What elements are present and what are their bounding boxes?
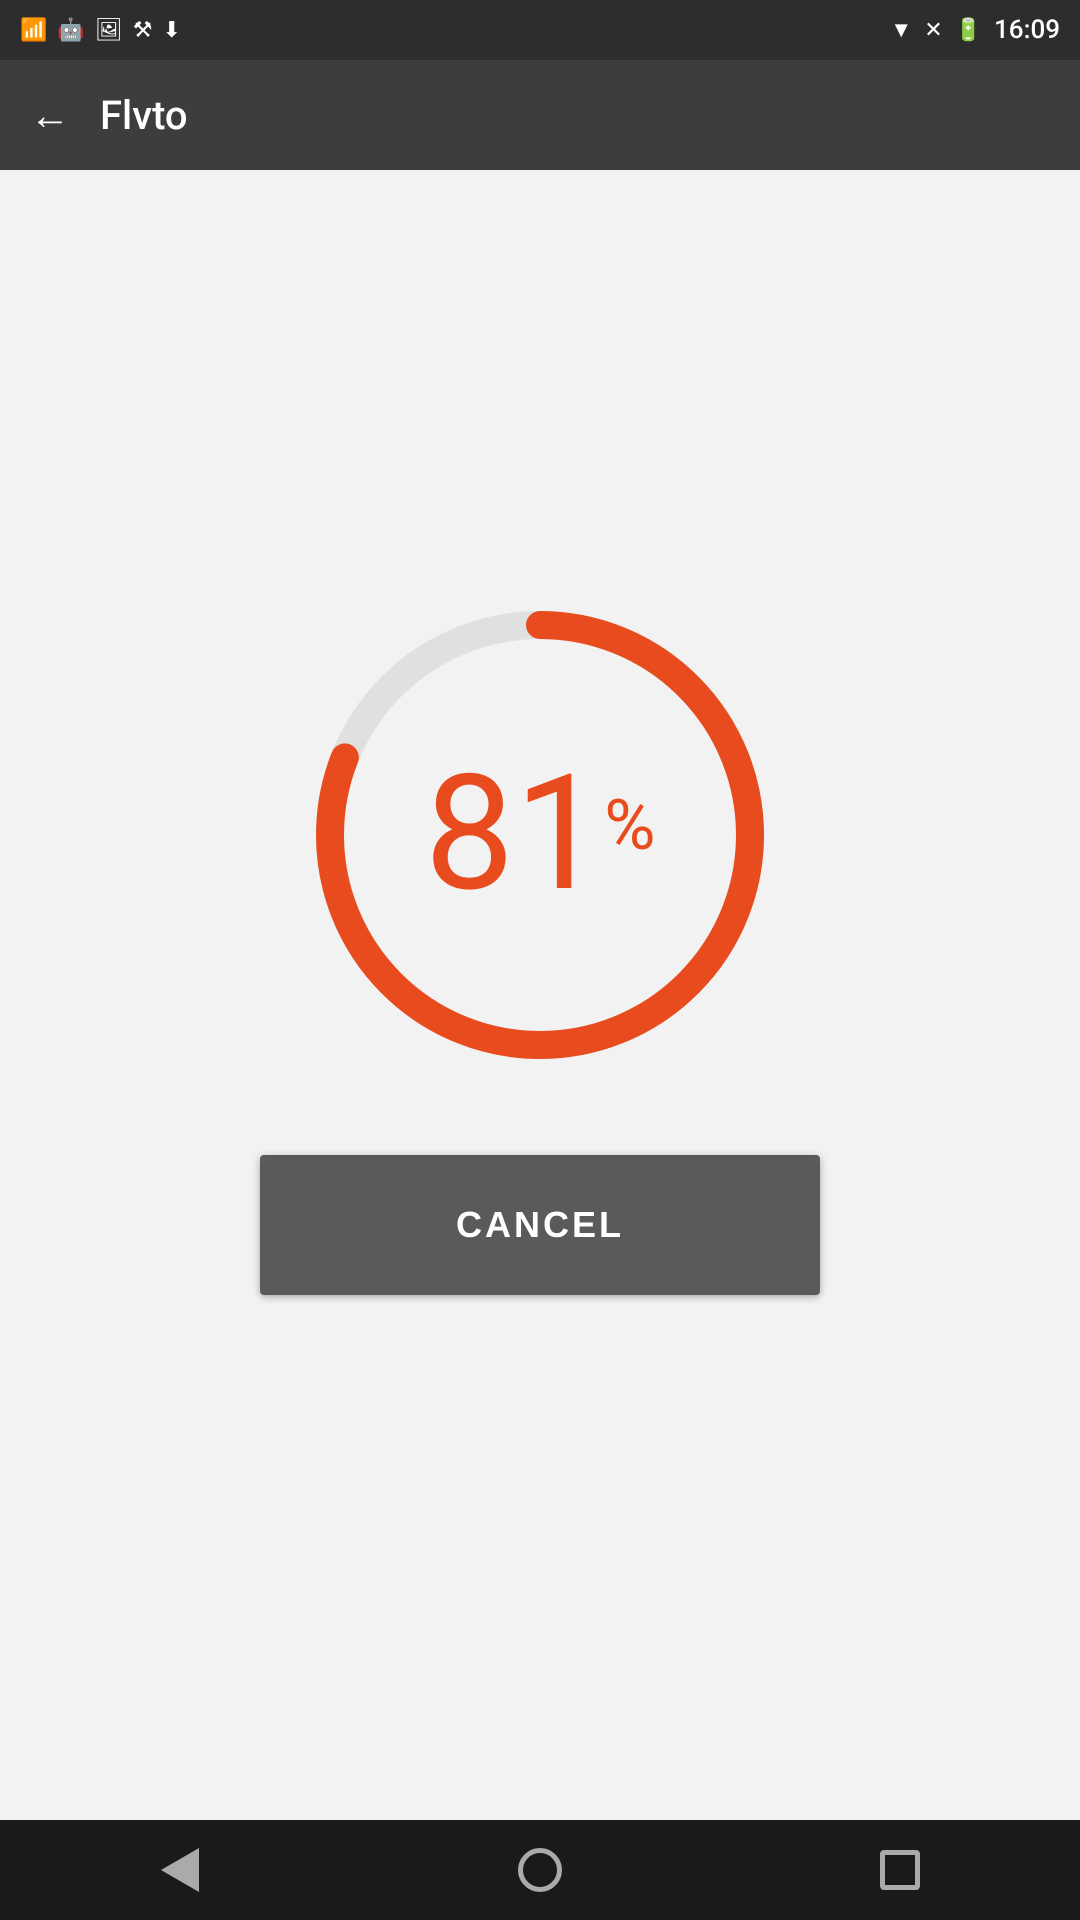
wifi-question-icon: 📶 [20,18,47,43]
status-icons-left: 📶 🤖 🖼 ⚒ ⬇ [20,18,181,43]
android-icon: 🤖 [57,18,84,43]
signal-off-icon: ✕ [924,18,942,43]
status-bar: 📶 🤖 🖼 ⚒ ⬇ ▼ ✕ 🔋 16:09 [0,0,1080,60]
back-arrow-icon: ← [30,92,70,139]
progress-percent-symbol: % [604,785,655,867]
download-icon: ⬇ [162,18,180,43]
battery-icon: 🔋 [955,18,982,43]
app-title: Flvto [100,92,188,139]
nav-home-button[interactable] [500,1830,580,1910]
main-content: 81 % CANCEL [0,170,1080,1820]
progress-value: 81 [424,755,604,915]
back-button[interactable]: ← [30,92,70,139]
cancel-button[interactable]: CANCEL [260,1155,820,1295]
nav-recents-icon [880,1850,920,1890]
cancel-label: CANCEL [456,1204,624,1246]
nav-back-icon [161,1848,199,1892]
progress-text: 81 % [424,755,655,915]
nav-bar [0,1820,1080,1920]
nav-recents-button[interactable] [860,1830,940,1910]
settings-icon: ⚒ [133,18,153,43]
nav-back-button[interactable] [140,1830,220,1910]
status-icons-right: ▼ ✕ 🔋 16:09 [890,15,1060,45]
image-icon: 🖼 [95,18,123,43]
progress-circle-container: 81 % [300,595,780,1075]
status-time: 16:09 [994,15,1060,45]
wifi-icon: ▼ [890,17,912,43]
nav-home-icon [518,1848,562,1892]
app-bar: ← Flvto [0,60,1080,170]
